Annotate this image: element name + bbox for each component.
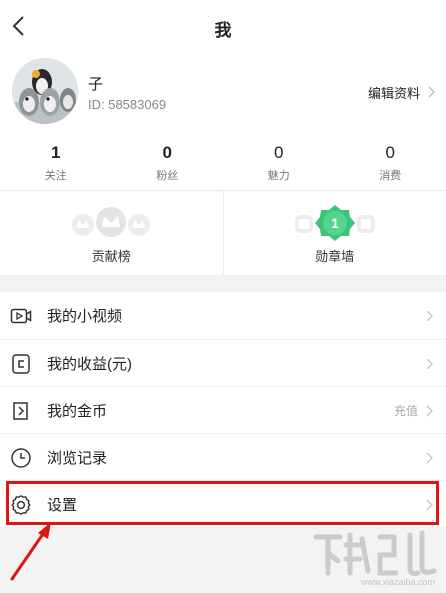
- medal-wall-button[interactable]: 1 勋章墙: [222, 191, 446, 275]
- contribution-list-label: 贡献榜: [91, 249, 131, 264]
- user-nickname: 子: [88, 76, 104, 93]
- menu-label: 我的金币: [47, 402, 108, 420]
- wallet-icon: [12, 354, 30, 374]
- medal-count: 1: [331, 215, 339, 231]
- stat-value: 0: [274, 143, 284, 162]
- menu-item-my-coins[interactable]: 我的金币 充值: [0, 386, 446, 433]
- watermark-url: www.xiazaiba.com: [360, 577, 435, 587]
- stat-value: 0: [385, 143, 395, 162]
- site-watermark-logo: www.xiazaiba.com: [313, 530, 437, 587]
- stats-row: 1 关注 0 粉丝 0 魅力 0 消费: [0, 142, 446, 188]
- stat-label: 粉丝: [156, 170, 179, 182]
- stat-label: 消费: [379, 170, 402, 182]
- menu-item-browsing-history[interactable]: 浏览记录: [0, 433, 446, 480]
- chevron-right-icon: [428, 86, 435, 98]
- menu-item-my-earnings[interactable]: 我的收益(元): [0, 339, 446, 386]
- chevron-right-icon: [426, 405, 433, 417]
- stat-value: 0: [162, 143, 172, 162]
- edit-profile-button[interactable]: 编辑资料: [368, 82, 436, 102]
- contribution-list-button[interactable]: 贡献榜: [0, 191, 223, 275]
- stat-following[interactable]: 1 关注: [0, 142, 112, 188]
- stat-fans[interactable]: 0 粉丝: [112, 142, 224, 188]
- gear-icon: [11, 495, 31, 515]
- clock-icon: [11, 448, 31, 468]
- video-icon: [10, 308, 32, 324]
- chevron-right-icon: [426, 310, 433, 322]
- chevron-right-icon: [426, 358, 433, 370]
- menu-item-settings[interactable]: 设置: [0, 480, 446, 527]
- menu-label: 设置: [47, 496, 78, 514]
- menu-label: 浏览记录: [47, 449, 108, 467]
- profile-section: 子 ID: 58583069 编辑资料 1 关注 0 粉丝 0 魅力 0 消费: [0, 52, 446, 192]
- honors-section: 贡献榜 1 勋章墙: [0, 190, 446, 275]
- stat-spending[interactable]: 0 消费: [335, 142, 446, 188]
- medal-wall-label: 勋章墙: [315, 249, 355, 264]
- chevron-right-icon: [426, 499, 433, 511]
- menu-label: 我的收益(元): [47, 355, 132, 373]
- menu-item-my-videos[interactable]: 我的小视频: [0, 292, 446, 339]
- menu-label: 我的小视频: [47, 308, 123, 325]
- edit-profile-label: 编辑资料: [367, 85, 420, 101]
- annotation-arrow-icon: [10, 522, 51, 581]
- stat-charm[interactable]: 0 魅力: [223, 142, 335, 188]
- menu-list: 我的小视频 我的收益(元) 我的金币 充值 浏览记录 设置: [0, 292, 446, 527]
- recharge-link[interactable]: 充值: [394, 402, 418, 419]
- penguin-avatar-image: [12, 58, 78, 124]
- user-id: ID: 58583069: [88, 97, 167, 112]
- crown-icon: [72, 207, 151, 237]
- top-bar: 我: [0, 0, 446, 52]
- medal-icon: 1: [294, 205, 375, 241]
- stat-label: 关注: [44, 170, 67, 182]
- stat-label: 魅力: [267, 170, 290, 182]
- avatar[interactable]: [12, 58, 78, 124]
- coin-icon: [13, 402, 28, 420]
- stat-value: 1: [51, 143, 61, 162]
- page-title: 我: [214, 21, 232, 40]
- chevron-right-icon: [426, 452, 433, 464]
